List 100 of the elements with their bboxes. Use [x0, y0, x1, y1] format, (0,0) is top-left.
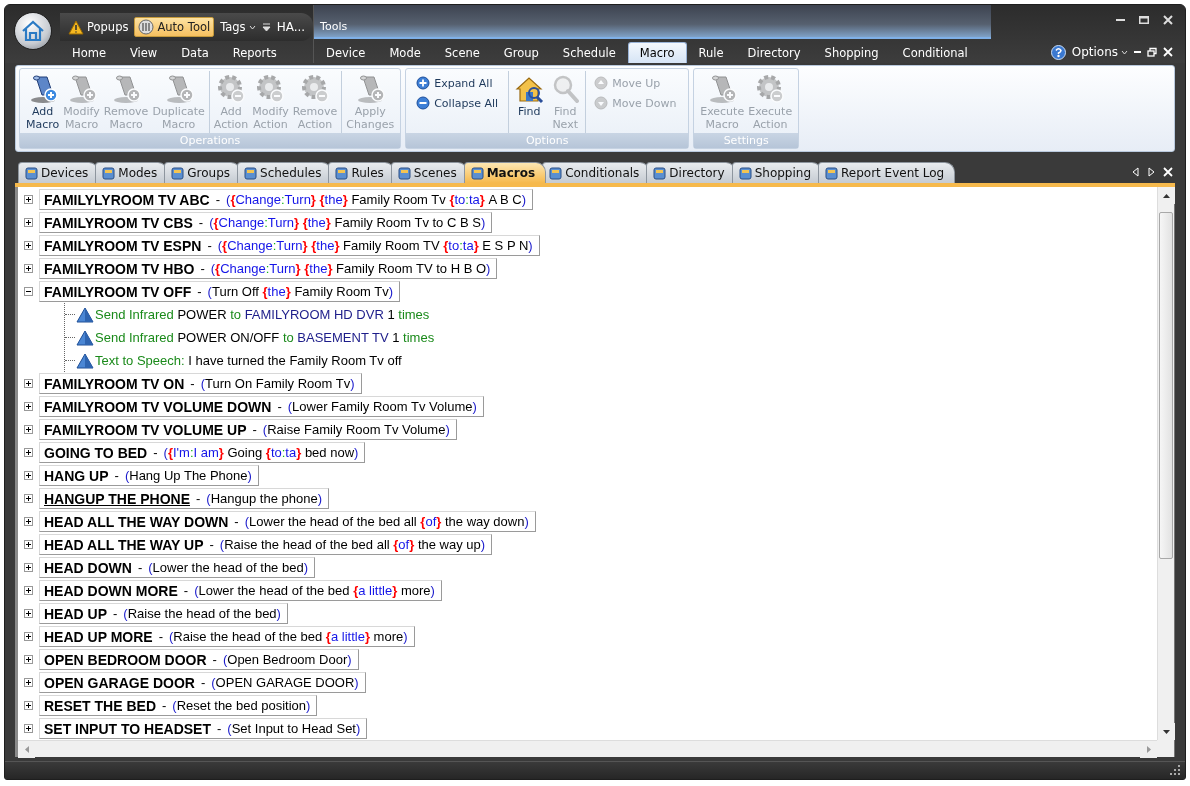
plus-icon: [26, 542, 31, 547]
expand-toggle[interactable]: [24, 218, 33, 227]
expand-toggle[interactable]: [24, 379, 33, 388]
plus-icon: [26, 726, 31, 731]
macro-label[interactable]: HANG UP - (Hang Up The Phone): [39, 465, 259, 486]
macro-label[interactable]: FAMILYROOM TV OFF - (Turn Off {the} Family Room Tv): [39, 281, 401, 302]
expand-toggle[interactable]: [24, 425, 33, 434]
caret-icon: [248, 24, 256, 30]
expand-toggle[interactable]: [24, 701, 33, 710]
expand-toggle[interactable]: [24, 540, 33, 549]
expand-toggle[interactable]: [24, 563, 33, 572]
ribbon-button[interactable]: Find: [511, 71, 548, 133]
plus-icon: [26, 703, 31, 708]
macro-label[interactable]: SET INPUT TO HEADSET - (Set Input to Head Set): [39, 718, 368, 739]
expand-toggle[interactable]: [24, 494, 33, 503]
expand-toggle[interactable]: [24, 471, 33, 480]
ribbon-tab[interactable]: Rule: [686, 42, 736, 63]
macro-label[interactable]: HEAD UP MORE - (Raise the head of the bed {a little} more): [39, 626, 415, 647]
expand-toggle[interactable]: [24, 586, 33, 595]
ribbon-tab[interactable]: Home: [60, 42, 118, 63]
square-icon: [653, 166, 667, 180]
left-arrow-icon: [24, 746, 29, 753]
maximize-button[interactable]: [1139, 15, 1149, 25]
scroll-left-button[interactable]: [1131, 167, 1141, 177]
expand-toggle[interactable]: [24, 678, 33, 687]
macro-label[interactable]: GOING TO BED - ({I'm:I am} Going {to:ta} bed now): [39, 442, 366, 463]
ribbon-tab[interactable]: Scene: [432, 42, 492, 63]
macro-label[interactable]: FAMILYLYROOM TV ABC - ({Change:Turn} {the} Family Room Tv {to:ta} A B C): [39, 189, 534, 210]
separator-text: -: [158, 629, 163, 644]
expand-toggle[interactable]: [24, 264, 33, 273]
expand-toggle[interactable]: [24, 517, 33, 526]
macro-label[interactable]: HEAD DOWN MORE - (Lower the head of the bed {a little} more): [39, 580, 442, 601]
ribbon-tab[interactable]: Macro: [627, 42, 687, 63]
expand-toggle[interactable]: [24, 287, 33, 296]
macro-label[interactable]: FAMILYROOM TV VOLUME DOWN - (Lower Family Room Tv Volume): [39, 396, 484, 417]
macro-label[interactable]: OPEN GARAGE DOOR - (OPEN GARAGE DOOR): [39, 672, 366, 693]
ribbon-button[interactable]: Add Macro: [24, 71, 62, 133]
restore-button[interactable]: [1147, 47, 1157, 57]
customize-button[interactable]: [261, 22, 271, 32]
minimize-icon: [1134, 51, 1141, 53]
separator-text: -: [183, 583, 189, 598]
document-tab[interactable]: Report Event Log: [818, 162, 956, 183]
options-menu[interactable]: Options: [1071, 45, 1128, 59]
action-text: Send Infrared POWER to FAMILYROOM HD DVR 1 times: [95, 307, 430, 322]
macro-label[interactable]: HEAD ALL THE WAY UP - (Raise the head of the bed all {of} the way up): [39, 534, 493, 555]
close-button[interactable]: [1163, 15, 1173, 25]
scroll-right-button[interactable]: [1147, 167, 1157, 177]
macro-label[interactable]: HEAD UP - (Raise the head of the bed): [39, 603, 288, 624]
app-menu-button[interactable]: [14, 12, 52, 50]
macro-label[interactable]: HANGUP THE PHONE - (Hangup the phone): [39, 488, 329, 509]
expand-toggle[interactable]: [24, 241, 33, 250]
expand-toggle[interactable]: [24, 724, 33, 733]
macro-label[interactable]: FAMILYROOM TV HBO - ({Change:Turn} {the} Family Room TV to H B O): [39, 258, 498, 279]
right-triangle-icon: [1147, 167, 1157, 177]
macro-name: OPEN BEDROOM DOOR: [44, 651, 207, 668]
ribbon-tab[interactable]: Device: [314, 42, 378, 63]
macro-phrase: ({Change:Turn} {the} Family Room TV to H B O): [210, 261, 491, 276]
ribbon-tab[interactable]: Directory: [735, 42, 813, 63]
macro-phrase: (OPEN GARAGE DOOR): [211, 675, 359, 690]
macro-label[interactable]: OPEN BEDROOM DOOR - (Open Bedroom Door): [39, 649, 359, 670]
macro-label[interactable]: FAMILYROOM TV CBS - ({Change:Turn} {the} Family Room Tv to C B S): [39, 212, 493, 233]
ribbon-tab[interactable]: View: [117, 42, 170, 63]
warning-icon: [68, 19, 84, 35]
ribbon-tab[interactable]: Group: [491, 42, 551, 63]
macro-label[interactable]: HEAD DOWN - (Lower the head of the bed): [39, 557, 315, 578]
macro-label[interactable]: FAMILYROOM TV ON - (Turn On Family Room Tv): [39, 373, 362, 394]
macro-label[interactable]: HEAD ALL THE WAY DOWN - (Lower the head of the bed all {of} the way down): [39, 511, 536, 532]
macro-label[interactable]: FAMILYROOM TV VOLUME UP - (Raise Family Room Tv Volume): [39, 419, 457, 440]
plus-icon: [26, 634, 31, 639]
resize-grip-icon[interactable]: [1167, 762, 1181, 776]
scrollbar-thumb[interactable]: [1159, 212, 1173, 559]
expand-toggle[interactable]: [24, 609, 33, 618]
toolbar-button[interactable]: Popups: [64, 17, 133, 37]
toolbar-button[interactable]: Tags: [216, 17, 260, 37]
vertical-scrollbar[interactable]: [1157, 187, 1174, 740]
ribbon-tab[interactable]: Shopping: [812, 42, 891, 63]
square-icon: [470, 166, 484, 180]
window-title: HA...: [276, 20, 306, 34]
document-tab[interactable]: Macros: [463, 162, 547, 183]
macro-label[interactable]: FAMILYROOM TV ESPN - ({Change:Turn} {the} Family Room TV {to:ta} E S P N): [39, 235, 540, 256]
ribbon-button[interactable]: Collapse All: [414, 95, 503, 111]
ribbon-tab[interactable]: Mode: [377, 42, 433, 63]
ribbon-tab[interactable]: Schedule: [550, 42, 628, 63]
macro-label[interactable]: RESET THE BED - (Reset the bed position): [39, 695, 318, 716]
toolbar-button[interactable]: Auto Tool: [134, 17, 215, 37]
close-icon: [1163, 15, 1173, 25]
ribbon-tab[interactable]: Data: [169, 42, 221, 63]
dial-icon: [138, 19, 155, 35]
expand-toggle[interactable]: [24, 402, 33, 411]
expand-toggle[interactable]: [24, 655, 33, 664]
caret-icon: [1121, 49, 1128, 55]
separator-text: -: [209, 537, 214, 552]
expand-toggle[interactable]: [24, 448, 33, 457]
help-button[interactable]: [1050, 44, 1066, 60]
plus-icon: [26, 473, 31, 478]
expand-toggle[interactable]: [24, 632, 33, 641]
expand-toggle[interactable]: [24, 195, 33, 204]
ribbon-tab[interactable]: Conditional: [890, 42, 980, 63]
ribbon-tab[interactable]: Reports: [220, 42, 289, 63]
ribbon-button[interactable]: Expand All: [414, 75, 503, 91]
